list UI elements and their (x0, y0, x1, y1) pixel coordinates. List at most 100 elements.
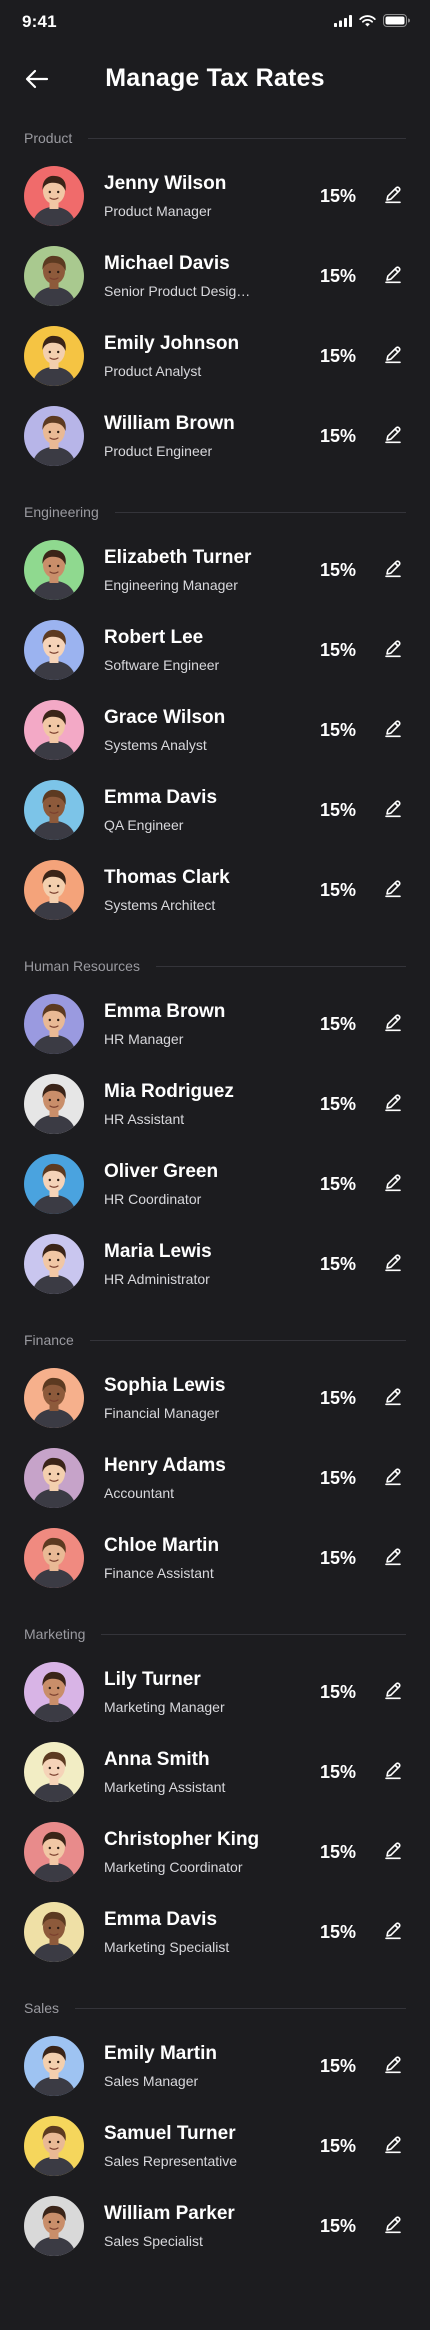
person-name: Oliver Green (104, 1161, 219, 1182)
person-info: Anna Smith Marketing Assistant (104, 1748, 306, 1796)
person-role: Sales Specialist (104, 2233, 203, 2249)
tax-rate-value: 15% (319, 2055, 356, 2076)
person-role: Sales Representative (104, 2153, 238, 2169)
section-header: Human Resources (24, 952, 406, 980)
person-name: Lily Turner (104, 1669, 201, 1690)
avatar (24, 1822, 84, 1882)
person-name: Michael Davis (104, 253, 230, 274)
edit-button[interactable] (380, 557, 406, 583)
edit-button[interactable] (380, 1919, 406, 1945)
status-time: 9:41 (22, 12, 57, 31)
pencil-icon (383, 2054, 403, 2079)
avatar (24, 1662, 84, 1722)
section-title: Marketing (24, 1626, 86, 1642)
edit-button[interactable] (380, 1385, 406, 1411)
edit-button[interactable] (380, 183, 406, 209)
edit-button[interactable] (380, 1171, 406, 1197)
list-item[interactable]: Emily Johnson Product Analyst 15% (24, 316, 406, 396)
section-header: Sales (24, 1994, 406, 2022)
edit-button[interactable] (380, 263, 406, 289)
pencil-icon (383, 424, 403, 449)
edit-button[interactable] (380, 2213, 406, 2239)
person-info: Chloe Martin Finance Assistant (104, 1534, 306, 1582)
person-info: Robert Lee Software Engineer (104, 626, 306, 674)
pencil-icon (383, 1546, 403, 1571)
list-item[interactable]: Oliver Green HR Coordinator 15% (24, 1144, 406, 1224)
edit-button[interactable] (380, 1759, 406, 1785)
list-item[interactable]: Samuel Turner Sales Representative 15% (24, 2106, 406, 2186)
person-info: Emily Johnson Product Analyst (104, 332, 306, 380)
edit-button[interactable] (380, 1251, 406, 1277)
edit-button[interactable] (380, 1839, 406, 1865)
list-item[interactable]: Maria Lewis HR Administrator 15% (24, 1224, 406, 1304)
tax-rate-value: 15% (319, 1841, 356, 1862)
tax-rate-value: 15% (319, 1921, 356, 1942)
list-item[interactable]: William Brown Product Engineer 15% (24, 396, 406, 476)
person-name: Emily Martin (104, 2043, 217, 2064)
list-item[interactable]: Emma Brown HR Manager 15% (24, 984, 406, 1064)
person-name: Emma Davis (104, 787, 218, 808)
list-item[interactable]: Emma Davis QA Engineer 15% (24, 770, 406, 850)
list-item[interactable]: Henry Adams Accountant 15% (24, 1438, 406, 1518)
edit-button[interactable] (380, 797, 406, 823)
list-item[interactable]: Thomas Clark Systems Architect 15% (24, 850, 406, 930)
pencil-icon (383, 1920, 403, 1945)
list-item[interactable]: Emily Martin Sales Manager 15% (24, 2026, 406, 2106)
edit-button[interactable] (380, 423, 406, 449)
edit-button[interactable] (380, 717, 406, 743)
person-info: Grace Wilson Systems Analyst (104, 706, 306, 754)
edit-button[interactable] (380, 637, 406, 663)
person-name: Elizabeth Turner (104, 547, 252, 568)
section-engineering: Engineering Elizabeth Turner Engineering M… (24, 498, 406, 930)
page-title: Manage Tax Rates (105, 64, 325, 92)
list-item[interactable]: Anna Smith Marketing Assistant 15% (24, 1732, 406, 1812)
pencil-icon (383, 1252, 403, 1277)
list-item[interactable]: Elizabeth Turner Engineering Manager 15% (24, 530, 406, 610)
section-sales: Sales Emily Martin Sales Manager 15% Samuel … (24, 1994, 406, 2266)
person-role: Marketing Specialist (104, 1939, 230, 1955)
person-info: Samuel Turner Sales Representative (104, 2122, 306, 2170)
list-item[interactable]: Chloe Martin Finance Assistant 15% (24, 1518, 406, 1598)
edit-button[interactable] (380, 2133, 406, 2159)
pencil-icon (383, 344, 403, 369)
list-item[interactable]: Mia Rodriguez HR Assistant 15% (24, 1064, 406, 1144)
list-item[interactable]: Christopher King Marketing Coordinator 15% (24, 1812, 406, 1892)
edit-button[interactable] (380, 1545, 406, 1571)
section-human-resources: Human Resources Emma Brown HR Manager 15% Mi… (24, 952, 406, 1304)
edit-button[interactable] (380, 343, 406, 369)
person-info: Emma Brown HR Manager (104, 1000, 306, 1048)
header: Manage Tax Rates (0, 54, 430, 110)
section-divider (114, 511, 406, 513)
list-item[interactable]: Jenny Wilson Product Manager 15% (24, 156, 406, 236)
avatar (24, 246, 84, 306)
edit-button[interactable] (380, 1091, 406, 1117)
signal-icon (334, 14, 352, 32)
edit-button[interactable] (380, 877, 406, 903)
list-item[interactable]: Sophia Lewis Financial Manager 15% (24, 1358, 406, 1438)
tax-rate-value: 15% (319, 1467, 356, 1488)
person-info: Christopher King Marketing Coordinator (104, 1828, 306, 1876)
list-item[interactable]: Robert Lee Software Engineer 15% (24, 610, 406, 690)
section-title: Engineering (24, 504, 99, 520)
status-bar: 9:41 (0, 0, 430, 44)
avatar (24, 1902, 84, 1962)
list-item[interactable]: Michael Davis Senior Product Design... 15% (24, 236, 406, 316)
list-item[interactable]: Emma Davis Marketing Specialist 15% (24, 1892, 406, 1972)
edit-button[interactable] (380, 2053, 406, 2079)
edit-button[interactable] (380, 1679, 406, 1705)
list-item[interactable]: William Parker Sales Specialist 15% (24, 2186, 406, 2266)
edit-button[interactable] (380, 1465, 406, 1491)
list-item[interactable]: Lily Turner Marketing Manager 15% (24, 1652, 406, 1732)
battery-icon (383, 14, 410, 32)
person-role: Marketing Assistant (104, 1779, 226, 1795)
tax-rate-value: 15% (319, 1253, 356, 1274)
person-role: Sales Manager (104, 2073, 199, 2089)
tax-rate-value: 15% (319, 879, 356, 900)
person-info: Maria Lewis HR Administrator (104, 1240, 306, 1288)
edit-button[interactable] (380, 1011, 406, 1037)
section-header: Marketing (24, 1620, 406, 1648)
wifi-icon (359, 14, 376, 32)
person-info: Lily Turner Marketing Manager (104, 1668, 306, 1716)
list-item[interactable]: Grace Wilson Systems Analyst 15% (24, 690, 406, 770)
pencil-icon (383, 558, 403, 583)
